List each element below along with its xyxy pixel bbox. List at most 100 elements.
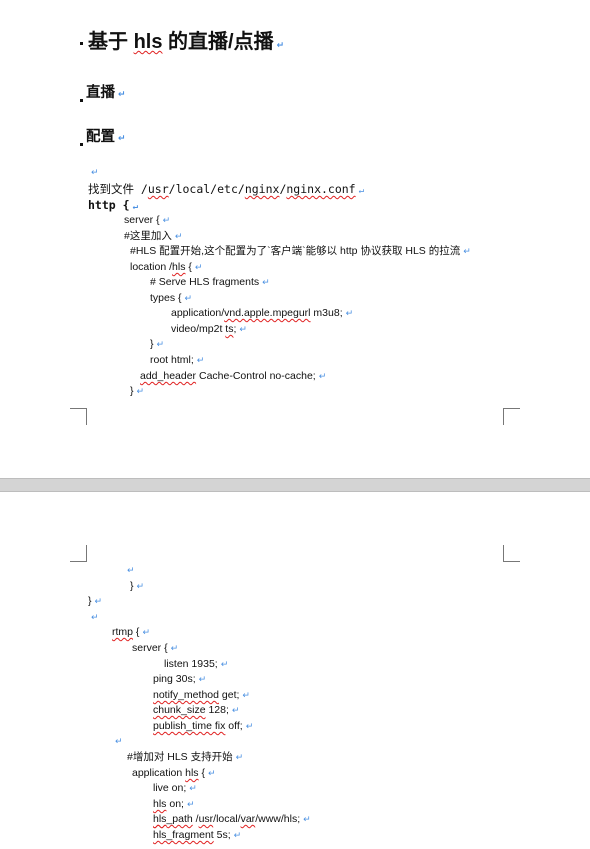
heading-config-text: 配置	[86, 129, 115, 145]
return-mark-icon: ↵	[94, 596, 103, 606]
code-line[interactable]: http {↵	[88, 198, 138, 214]
return-mark-icon: ↵	[276, 40, 285, 50]
heading-live-text: 直播	[86, 85, 115, 101]
line-text: application hls {	[132, 767, 205, 779]
return-mark-icon: ↵	[242, 690, 250, 700]
paragraph-mark-bullet	[80, 42, 83, 45]
return-mark-icon: ↵	[235, 752, 244, 762]
return-mark-icon: ↵	[136, 581, 145, 591]
return-mark-icon: ↵	[118, 89, 126, 99]
return-mark-icon: ↵	[118, 133, 126, 143]
code-line[interactable]: application/vnd.apple.mpegurl m3u8; ↵	[171, 306, 353, 320]
code-line[interactable]: } ↵	[130, 384, 144, 398]
code-line[interactable]: ping 30s; ↵	[153, 672, 206, 686]
code-line[interactable]: server {↵	[132, 641, 178, 655]
return-mark-icon: ↵	[170, 643, 179, 653]
line-text: hls_fragment 5s;	[153, 829, 231, 841]
code-line[interactable]: } ↵	[150, 337, 164, 351]
code-line[interactable]: hls on; ↵	[153, 797, 195, 811]
page-separator	[0, 478, 590, 492]
page-corner-mark	[503, 545, 520, 562]
code-line[interactable]: notify_method get; ↵	[153, 688, 250, 702]
document-title[interactable]: 基于 hls 的直播/点播 ↵	[88, 30, 284, 57]
return-mark-icon: ↵	[136, 386, 145, 396]
return-mark-icon: ↵	[115, 736, 123, 746]
line-text: http {	[88, 198, 130, 212]
code-line[interactable]: #增加对 HLS 支持开始 ↵	[127, 750, 243, 764]
spellcheck-underline: usr	[198, 813, 214, 825]
code-line[interactable]: 找到文件 /usr/local/etc/nginx/nginx.conf ↵	[88, 182, 364, 198]
spellcheck-underline: notify_method	[153, 689, 219, 701]
line-text: location /hls {	[130, 261, 192, 273]
spellcheck-underline: rtmp	[112, 626, 133, 638]
line-text: }	[150, 338, 154, 350]
code-line[interactable]: } ↵	[130, 579, 144, 593]
code-line[interactable]: hls_path /usr/local/var/www/hls; ↵	[153, 812, 311, 826]
code-line[interactable]: publish_time fix off; ↵	[153, 719, 253, 733]
heading-live[interactable]: 直播 ↵	[86, 84, 126, 103]
return-mark-icon: ↵	[174, 231, 183, 241]
code-line[interactable]: #HLS 配置开始,这个配置为了`客户端`能够以 http 协议获取 HLS 的…	[130, 244, 471, 258]
line-text: 找到文件 /usr/local/etc/nginx/nginx.conf	[88, 182, 356, 196]
return-mark-icon: ↵	[194, 262, 203, 272]
empty-paragraph[interactable]: ↵	[124, 563, 135, 577]
return-mark-icon: ↵	[463, 246, 471, 256]
spellcheck-underline: hls	[172, 261, 186, 273]
return-mark-icon: ↵	[184, 293, 193, 303]
spellcheck-underline: ts	[225, 323, 234, 335]
document-page-2[interactable]: ↵} ↵} ↵ ↵ rtmp {↵ server {↵ listen 1935; ↵ ping …	[0, 492, 590, 849]
code-line[interactable]: listen 1935; ↵	[164, 657, 228, 671]
line-text: live on;	[153, 782, 187, 794]
spellcheck-underline: add_header	[140, 370, 197, 382]
code-line[interactable]: chunk_size 128; ↵	[153, 703, 239, 717]
title-text: 基于 hls 的直播/点播	[88, 31, 274, 53]
line-text: application/vnd.apple.mpegurl m3u8;	[171, 307, 343, 319]
line-text: }	[130, 580, 134, 592]
code-line[interactable]: types {↵	[150, 291, 192, 305]
return-mark-icon: ↵	[91, 612, 99, 622]
spellcheck-underline: hls	[153, 798, 167, 810]
code-line[interactable]: live on; ↵	[153, 781, 197, 795]
page-corner-mark	[70, 408, 87, 425]
return-mark-icon: ↵	[198, 674, 207, 684]
line-text: hls on;	[153, 798, 184, 810]
code-line[interactable]: rtmp {↵	[112, 625, 150, 639]
code-line[interactable]: video/mp2t ts; ↵	[171, 322, 247, 336]
code-line[interactable]: add_header Cache-Control no-cache; ↵	[140, 369, 326, 383]
document-page-1[interactable]: 基于 hls 的直播/点播 ↵ 直播 ↵ 配置 ↵ ↵ 找到文件 /usr/local/…	[0, 0, 590, 478]
line-text: root html;	[150, 354, 194, 366]
return-mark-icon: ↵	[318, 371, 327, 381]
code-line[interactable]: server {↵	[124, 213, 170, 227]
line-text: video/mp2t ts;	[171, 323, 237, 335]
empty-paragraph[interactable]: ↵	[88, 165, 99, 179]
spellcheck-underline: usr	[147, 182, 169, 196]
spellcheck-underline: hls	[185, 767, 199, 779]
page-corner-mark	[70, 545, 87, 562]
code-line[interactable]: location /hls {↵	[130, 260, 202, 274]
code-line[interactable]: root html; ↵	[150, 353, 204, 367]
code-line[interactable]: hls_fragment 5s; ↵	[153, 828, 241, 842]
line-text: #增加对 HLS 支持开始	[127, 751, 233, 763]
line-text: notify_method get;	[153, 689, 240, 701]
line-text: #这里加入	[124, 230, 172, 242]
line-text: #HLS 配置开始,这个配置为了`客户端`能够以 http 协议获取 HLS 的…	[130, 245, 461, 257]
empty-paragraph[interactable]: ↵	[88, 610, 99, 624]
line-text: chunk_size 128;	[153, 704, 229, 716]
empty-paragraph[interactable]: ↵	[112, 734, 123, 748]
heading-config[interactable]: 配置 ↵	[86, 128, 126, 147]
line-text: ping 30s;	[153, 673, 196, 685]
line-text: server {	[132, 642, 168, 654]
code-line[interactable]: application hls {↵	[132, 766, 216, 780]
spellcheck-underline: vnd.apple.mpegurl	[224, 307, 311, 319]
return-mark-icon: ↵	[132, 202, 138, 212]
paragraph-mark-bullet	[80, 143, 83, 146]
code-line[interactable]: # Serve HLS fragments ↵	[150, 275, 270, 289]
return-mark-icon: ↵	[189, 783, 197, 793]
return-mark-icon: ↵	[303, 814, 311, 824]
code-line[interactable]: } ↵	[88, 594, 102, 608]
code-line[interactable]: #这里加入 ↵	[124, 229, 182, 243]
return-mark-icon: ↵	[345, 308, 354, 318]
return-mark-icon: ↵	[127, 565, 135, 575]
return-mark-icon: ↵	[233, 830, 242, 840]
spellcheck-underline: nginx.conf	[286, 182, 356, 196]
